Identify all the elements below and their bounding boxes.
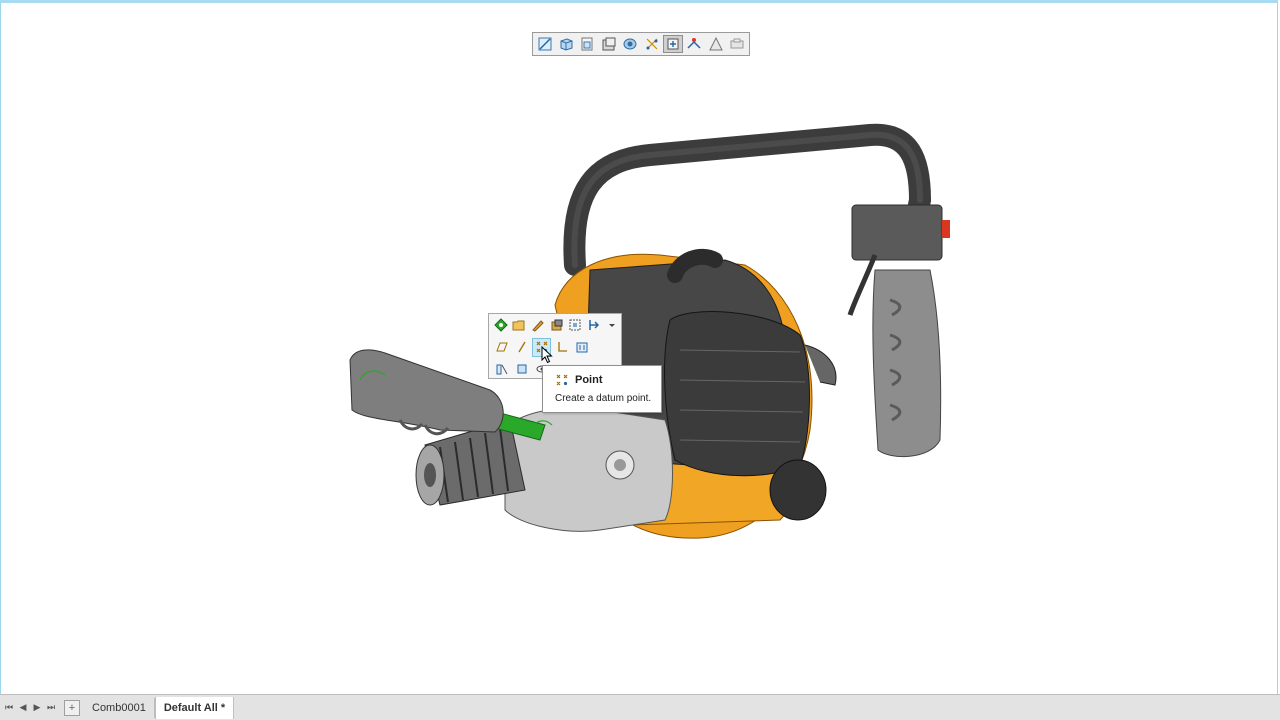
mouse-cursor-icon [541, 346, 553, 364]
plane-button[interactable] [492, 338, 511, 357]
section-icon [496, 364, 507, 375]
render-icon [730, 38, 744, 49]
prev-tab-button[interactable]: ◀ [16, 698, 30, 718]
open-icon [512, 320, 525, 331]
datum-button[interactable] [512, 360, 531, 379]
datum-display-button[interactable] [642, 35, 661, 53]
tooltip-title: Point [575, 374, 603, 386]
datum-display-icon [646, 38, 658, 50]
tooltip-header: Point [555, 373, 661, 387]
last-tab-button[interactable]: ⏭ [44, 698, 58, 718]
model-viewport[interactable] [330, 120, 970, 560]
point-icon [556, 374, 568, 386]
repeat-icon [576, 342, 587, 353]
sketch-icon [538, 37, 552, 51]
next-icon: ▶ [33, 702, 41, 712]
tab-navigation: ⏮ ◀ ▶ ⏭ [2, 698, 58, 718]
first-tab-button[interactable]: ⏮ [2, 698, 16, 718]
cube-view-button[interactable] [556, 35, 575, 53]
datum-icon [517, 364, 526, 374]
view-manager-icon [623, 38, 637, 50]
csys-icon [557, 342, 567, 352]
cube-view-icon [560, 38, 573, 51]
spin-center-button[interactable] [663, 35, 683, 53]
dropdown-button[interactable] [603, 316, 621, 335]
tooltip: Point Create a datum point. [542, 365, 662, 413]
add-tab-button[interactable]: + [64, 699, 80, 716]
first-icon: ⏮ [4, 702, 14, 712]
flip-button[interactable] [585, 316, 603, 335]
appearance-button[interactable] [529, 316, 547, 335]
render-button[interactable] [728, 35, 747, 53]
perspective-icon [709, 36, 723, 51]
plane-icon [495, 342, 508, 352]
tooltip-description: Create a datum point. [555, 393, 652, 404]
view-manager-button[interactable] [621, 35, 640, 53]
select-icon [494, 318, 508, 332]
hide-button[interactable] [548, 316, 566, 335]
saved-orientations-button[interactable] [578, 35, 597, 53]
display-style-button[interactable] [599, 35, 618, 53]
appearance-icon [532, 320, 544, 332]
section-button[interactable] [492, 360, 511, 379]
mini-toolbar-row-1 [489, 314, 621, 336]
select-button[interactable] [492, 316, 510, 335]
repeat-button[interactable] [572, 338, 591, 357]
hide-icon [551, 319, 563, 331]
next-tab-button[interactable]: ▶ [30, 698, 44, 718]
tab-default-all[interactable]: Default All * [154, 696, 235, 719]
tab-comb0001[interactable]: Comb0001 [84, 697, 155, 718]
drill-model [349, 123, 950, 539]
csys-button[interactable] [552, 338, 571, 357]
axis-icon [517, 341, 526, 353]
view-toolbar [532, 32, 750, 56]
axis-button[interactable] [512, 338, 531, 357]
sketch-button[interactable] [535, 35, 554, 53]
flip-icon [588, 320, 599, 330]
annotation-display-button[interactable] [685, 35, 704, 53]
prev-icon: ◀ [19, 702, 27, 712]
sheet-tab-bar: ⏮ ◀ ▶ ⏭ + Comb0001 Default All * [0, 694, 1280, 720]
mini-toolbar-row-2 [489, 336, 621, 358]
last-icon: ⏭ [46, 702, 56, 712]
chevron-down-icon [609, 324, 616, 327]
bounding-box-button[interactable] [566, 316, 584, 335]
saved-orientations-icon [581, 37, 593, 51]
open-button[interactable] [511, 316, 529, 335]
perspective-button[interactable] [706, 35, 725, 53]
annotation-display-icon [687, 38, 702, 49]
display-style-icon [602, 37, 616, 51]
bounding-box-icon [569, 319, 581, 331]
spin-center-icon [667, 38, 679, 50]
